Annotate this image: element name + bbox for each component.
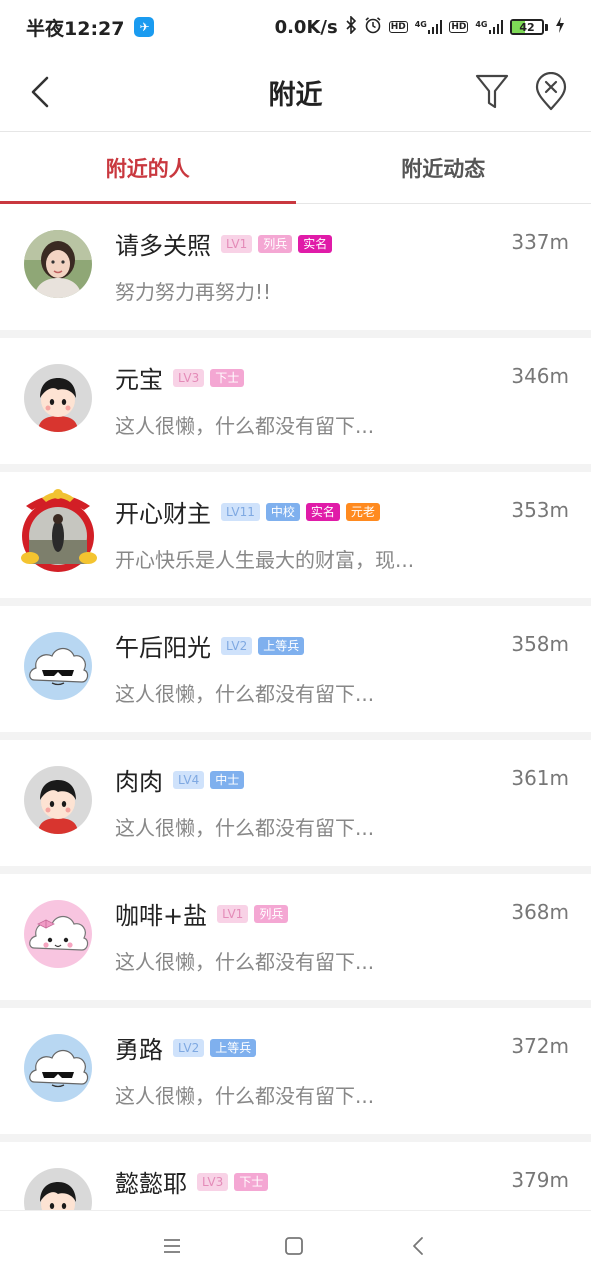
list-item[interactable]: 肉肉 LV4 中士 361m 这人很懒，什么都没有留下... <box>0 740 591 874</box>
signal-icon: 4G <box>475 20 503 34</box>
verified-badge: 实名 <box>305 502 340 521</box>
user-name: 请多关照 <box>115 232 211 260</box>
rank-badge: 列兵 <box>254 904 289 923</box>
rank-badge: 上等兵 <box>258 636 305 655</box>
distance: 346m <box>511 364 569 388</box>
network-type-label: 4G <box>414 20 427 29</box>
system-navigation-bar <box>0 1210 591 1280</box>
level-badge: LV4 <box>173 770 205 789</box>
user-motto: 这人很懒，什么都没有留下... <box>115 682 375 706</box>
rank-badge: 下士 <box>210 368 245 387</box>
avatar[interactable] <box>24 230 92 298</box>
distance: 337m <box>511 230 569 254</box>
rank-badge: 中校 <box>265 502 300 521</box>
avatar[interactable] <box>24 632 92 700</box>
status-left: 半夜12:27 ✈ <box>26 14 155 41</box>
user-motto: 这人很懒，什么都没有留下... <box>115 816 375 840</box>
bluetooth-icon <box>345 15 357 38</box>
rank-badge: 列兵 <box>258 234 293 253</box>
rank-badge: 上等兵 <box>210 1038 257 1057</box>
name-line: 懿懿耶 LV3 下士 <box>115 1164 269 1199</box>
status-time: 半夜12:27 <box>26 17 125 40</box>
user-motto: 这人很懒，什么都没有留下... <box>115 1084 375 1108</box>
back-button[interactable] <box>22 74 58 110</box>
battery-level: 42 <box>519 20 535 34</box>
user-name: 咖啡+盐 <box>115 902 208 930</box>
user-name: 午后阳光 <box>115 634 211 662</box>
recent-apps-button[interactable] <box>159 1233 185 1259</box>
name-line: 午后阳光 LV2 上等兵 <box>115 628 305 663</box>
signal-icon: 4G <box>415 20 443 34</box>
verified-badge: 实名 <box>298 234 333 253</box>
level-badge: LV1 <box>221 234 253 253</box>
name-line: 勇路 LV2 上等兵 <box>115 1030 257 1065</box>
level-badge: LV11 <box>221 502 260 521</box>
name-line: 咖啡+盐 LV1 列兵 <box>115 896 289 931</box>
rank-badge: 中士 <box>210 770 245 789</box>
charging-icon <box>555 16 565 38</box>
avatar[interactable] <box>12 484 104 576</box>
user-motto: 开心快乐是人生最大的财富，现... <box>115 548 415 572</box>
square-icon <box>285 1237 303 1255</box>
level-badge: LV2 <box>221 636 253 655</box>
name-line: 开心财主 LV11 中校 实名 元老 <box>115 494 380 529</box>
list-item[interactable]: 开心财主 LV11 中校 实名 元老 353m 开心快乐是人生最大的财富，现..… <box>0 472 591 606</box>
tab-nearby-posts[interactable]: 附近动态 <box>296 132 591 203</box>
distance: 368m <box>511 900 569 924</box>
clear-location-button[interactable] <box>533 71 569 112</box>
list-item[interactable]: 午后阳光 LV2 上等兵 358m 这人很懒，什么都没有留下... <box>0 606 591 740</box>
name-line: 请多关照 LV1 列兵 实名 <box>115 226 333 261</box>
funnel-icon <box>475 74 509 109</box>
battery-icon: 42 <box>510 19 548 35</box>
level-badge: LV2 <box>173 1038 205 1057</box>
user-name: 肉肉 <box>115 768 163 796</box>
level-badge: LV1 <box>217 904 249 923</box>
hd-icon: HD <box>449 21 469 33</box>
level-badge: LV3 <box>197 1172 229 1191</box>
user-name: 勇路 <box>115 1036 163 1064</box>
user-motto: 这人很懒，什么都没有留下... <box>115 414 375 438</box>
status-bar: 半夜12:27 ✈ 0.0K/s HD 4G HD 4G 42 <box>0 0 591 54</box>
user-motto: 这人很懒，什么都没有留下... <box>115 950 375 974</box>
avatar[interactable] <box>24 766 92 834</box>
avatar[interactable] <box>24 364 92 432</box>
status-right: 0.0K/s HD 4G HD 4G 42 <box>274 15 565 38</box>
user-name: 元宝 <box>115 366 163 394</box>
name-line: 肉肉 LV4 中士 <box>115 762 245 797</box>
level-badge: LV3 <box>173 368 205 387</box>
chevron-left-icon <box>31 76 49 108</box>
veteran-badge: 元老 <box>345 502 380 521</box>
header: 附近 <box>0 54 591 132</box>
name-line: 元宝 LV3 下士 <box>115 360 245 395</box>
user-name: 懿懿耶 <box>115 1170 187 1198</box>
tab-bar: 附近的人 附近动态 <box>0 132 591 204</box>
network-type-label: 4G <box>475 20 488 29</box>
hd-icon: HD <box>388 21 408 33</box>
tab-nearby-people[interactable]: 附近的人 <box>0 132 296 204</box>
home-button[interactable] <box>281 1233 307 1259</box>
rank-badge: 下士 <box>234 1172 269 1191</box>
location-off-icon <box>535 71 567 111</box>
list-item[interactable]: 元宝 LV3 下士 346m 这人很懒，什么都没有留下... <box>0 338 591 472</box>
user-name: 开心财主 <box>115 500 211 528</box>
alarm-icon <box>364 16 382 38</box>
list-item[interactable]: 请多关照 LV1 列兵 实名 337m 努力努力再努力!! <box>0 204 591 338</box>
list-item[interactable]: 咖啡+盐 LV1 列兵 368m 这人很懒，什么都没有留下... <box>0 874 591 1008</box>
list-item[interactable]: 勇路 LV2 上等兵 372m 这人很懒，什么都没有留下... <box>0 1008 591 1142</box>
nav-back-button[interactable] <box>405 1233 431 1259</box>
distance: 372m <box>511 1034 569 1058</box>
user-list: 请多关照 LV1 列兵 实名 337m 努力努力再努力!! 元宝 LV3 下士 … <box>0 204 591 1276</box>
menu-icon <box>164 1239 180 1253</box>
distance: 353m <box>511 498 569 522</box>
triangle-back-icon <box>413 1237 423 1255</box>
distance: 379m <box>511 1168 569 1192</box>
filter-button[interactable] <box>474 72 510 112</box>
network-speed: 0.0K/s <box>274 16 338 38</box>
distance: 361m <box>511 766 569 790</box>
app-notification-icon: ✈ <box>134 17 155 37</box>
avatar[interactable] <box>24 900 92 968</box>
distance: 358m <box>511 632 569 656</box>
avatar[interactable] <box>24 1034 92 1102</box>
user-motto: 努力努力再努力!! <box>115 280 272 304</box>
